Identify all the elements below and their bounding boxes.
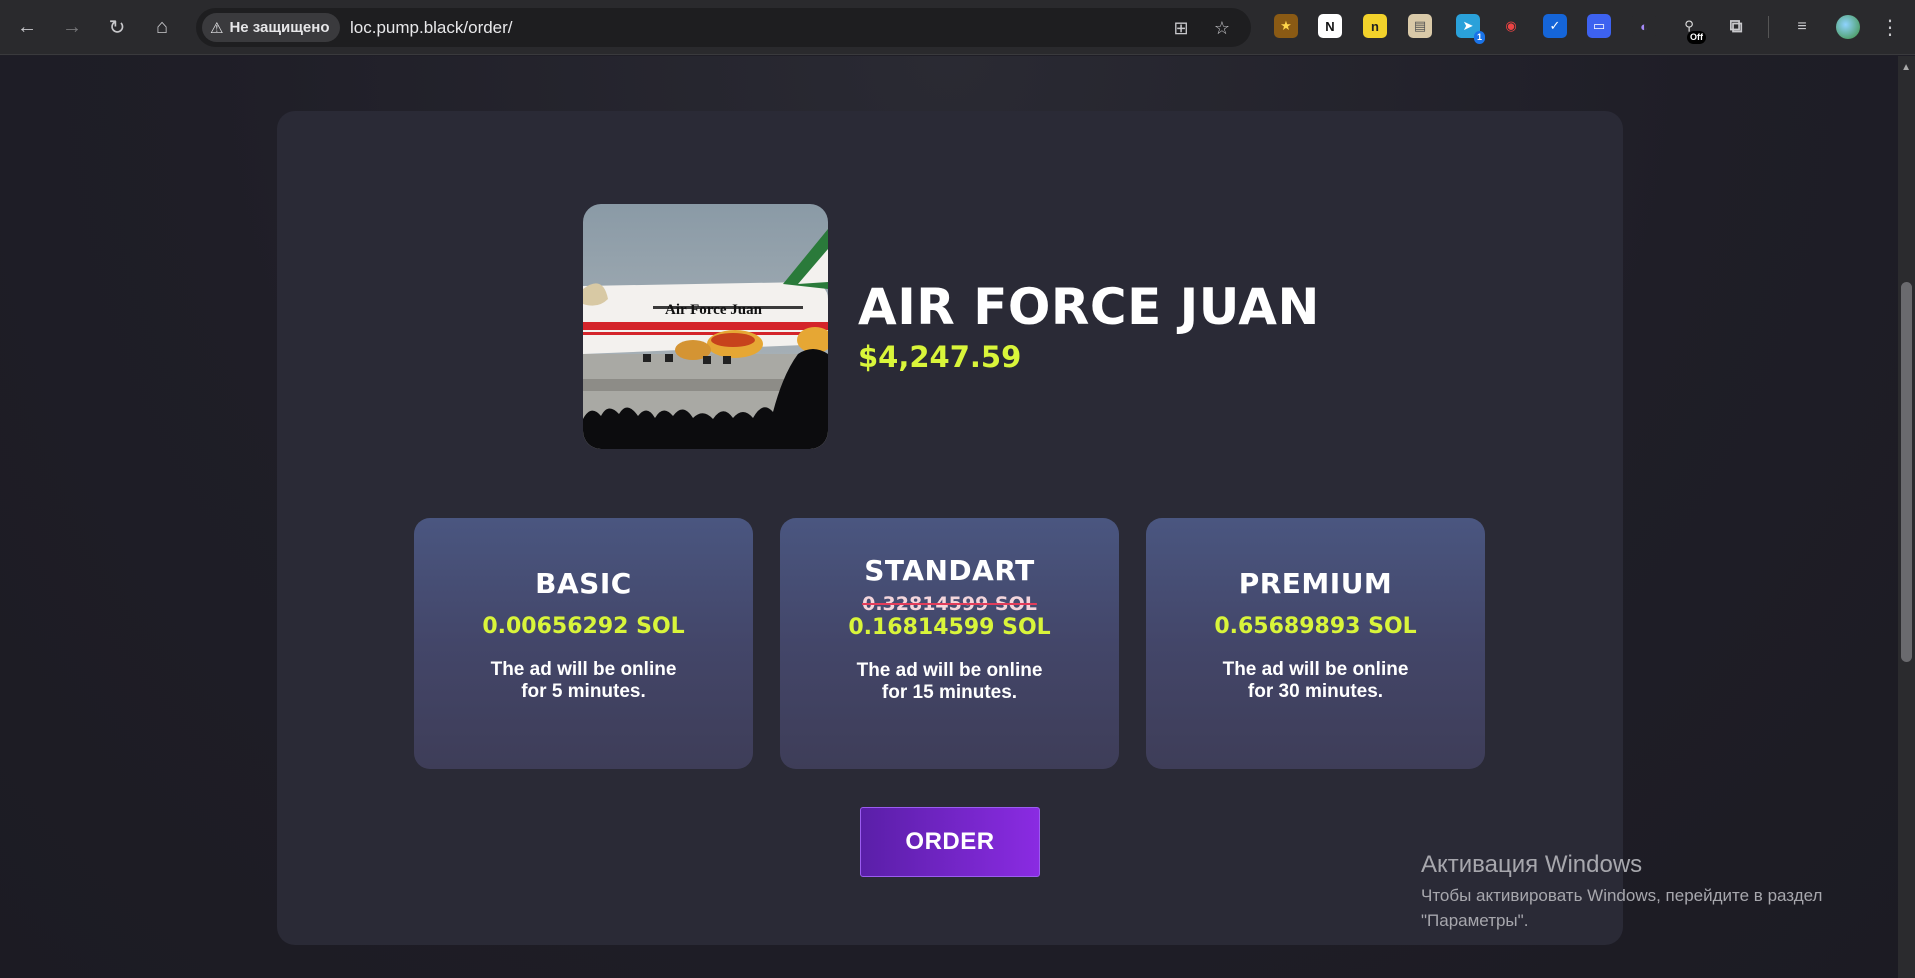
tab-search-icon[interactable]: ≡ [1787,12,1817,42]
home-icon[interactable]: ⌂ [147,12,177,42]
clipboard-icon[interactable]: ▤ [1408,14,1432,38]
browser-menu-icon[interactable]: ⋮ [1875,12,1905,42]
token-name: AIR FORCE JUAN [858,278,1320,336]
plan-desc-line2: for 5 minutes. [521,681,646,702]
airplane-livery-text: Air Force Juan [665,302,763,318]
plan-desc-line2: for 30 minutes. [1247,681,1384,702]
toolbar-divider [1768,16,1769,38]
airplane-image: Air Force Juan [583,204,828,449]
extension-badge: Off [1687,31,1706,44]
ext-shield-icon[interactable]: ◉ [1499,14,1523,38]
activation-title: Активация Windows [1421,851,1643,878]
plan-standart[interactable]: STANDART 0.32814599 SOL 0.16814599 SOL T… [780,518,1119,769]
browser-toolbar: ← → ↻ ⌂ ⚠ Не защищено loc.pump.black/ord… [0,0,1915,55]
reload-icon[interactable]: ↻ [102,12,132,42]
profile-avatar[interactable] [1833,12,1863,42]
plan-premium[interactable]: PREMIUM 0.65689893 SOL The ad will be on… [1146,518,1485,769]
scroll-up-arrow-icon[interactable]: ▲ [1901,62,1911,73]
extensions-puzzle-icon[interactable]: ⧉ [1724,14,1748,38]
lock-off-icon[interactable]: ⚲ Off [1677,14,1706,44]
plan-duration: 5 minutes [551,681,641,702]
plan-desc-line1: The ad will be online [1222,659,1409,680]
plan-duration: 15 minutes [912,682,1012,703]
forward-icon[interactable]: → [57,12,87,42]
plan-description: The ad will be online for 15 minutes. [780,660,1119,704]
ghost-ext-icon[interactable]: ◐ [1632,14,1656,38]
translate-icon[interactable]: ⊞ [1169,16,1193,40]
extension-badge: 1 [1473,31,1485,44]
plan-duration: 30 minutes [1278,681,1378,702]
plan-desc-line1: The ad will be online [856,660,1043,681]
security-label: Не защищено [229,19,330,36]
plan-price: 0.16814599 SOL [848,615,1051,640]
token-price: $4,247.59 [858,340,1022,374]
plan-price: 0.00656292 SOL [482,614,685,639]
token-image: Air Force Juan [583,204,828,449]
warning-icon: ⚠ [210,19,224,37]
activation-line2: "Параметры". [1421,911,1529,930]
activation-line1: Чтобы активировать Windows, перейдите в … [1421,886,1823,905]
ext-yellow-icon[interactable]: n [1363,14,1387,38]
plan-description: The ad will be online for 5 minutes. [414,659,753,703]
bookmark-star-icon[interactable]: ☆ [1210,16,1234,40]
plan-desc-line2: for 15 minutes. [881,682,1018,703]
bookmark-ext-icon[interactable]: ★ [1274,14,1298,38]
plan-old-price: 0.32814599 SOL [862,593,1037,615]
plan-title: PREMIUM [1238,567,1393,600]
keyboard-ext-icon[interactable]: ▭ [1587,14,1611,38]
notion-icon[interactable]: N [1318,14,1342,38]
address-bar[interactable]: ⚠ Не защищено loc.pump.black/order/ ⊞ ☆ [196,8,1251,47]
security-chip[interactable]: ⚠ Не защищено [202,13,340,42]
windows-activation-watermark: Активация Windows Чтобы активировать Win… [1421,851,1822,933]
plan-desc-line1: The ad will be online [490,659,677,680]
url-text[interactable]: loc.pump.black/order/ [350,18,513,38]
order-button[interactable]: ORDER [860,807,1040,877]
plan-title: STANDART [864,554,1035,587]
back-icon[interactable]: ← [12,12,42,42]
checkmark-icon[interactable]: ✓ [1543,14,1567,38]
plan-basic[interactable]: BASIC 0.00656292 SOL The ad will be onli… [414,518,753,769]
plan-description: The ad will be online for 30 minutes. [1146,659,1485,703]
telegram-icon[interactable]: ➤ 1 [1456,14,1485,44]
plan-price: 0.65689893 SOL [1214,614,1417,639]
scrollbar-thumb[interactable] [1901,282,1912,662]
plan-title: BASIC [535,567,632,600]
